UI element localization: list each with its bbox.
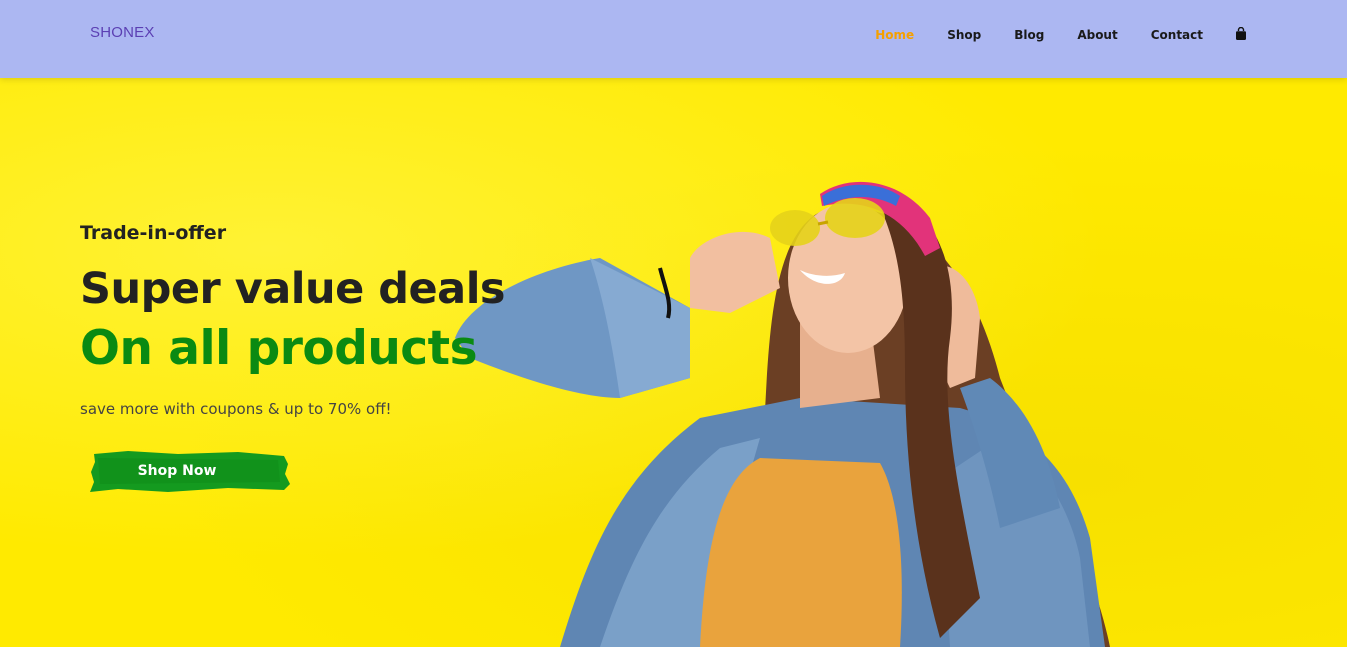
hero-subtitle: save more with coupons & up to 70% off! bbox=[80, 400, 392, 418]
shop-now-label: Shop Now bbox=[137, 463, 217, 479]
nav-about[interactable]: About bbox=[1077, 28, 1117, 42]
nav-contact[interactable]: Contact bbox=[1151, 28, 1203, 42]
hero-eyebrow: Trade-in-offer bbox=[80, 222, 227, 244]
nav-home[interactable]: Home bbox=[875, 28, 914, 42]
hero-title-accent: On all products bbox=[80, 321, 478, 376]
nav-shop[interactable]: Shop bbox=[947, 28, 981, 42]
shop-now-button[interactable]: Shop Now bbox=[88, 448, 292, 494]
main-nav: Home Shop Blog About Contact bbox=[842, 27, 1247, 42]
brand-logo[interactable]: SHONEX bbox=[90, 24, 155, 41]
hero-banner: Trade-in-offer Super value deals On all … bbox=[0, 78, 1347, 647]
shopping-bag-icon[interactable] bbox=[1235, 27, 1247, 41]
site-header: SHONEX Home Shop Blog About Contact bbox=[0, 0, 1347, 78]
hero-title: Super value deals bbox=[80, 264, 506, 314]
nav-blog[interactable]: Blog bbox=[1014, 28, 1044, 42]
